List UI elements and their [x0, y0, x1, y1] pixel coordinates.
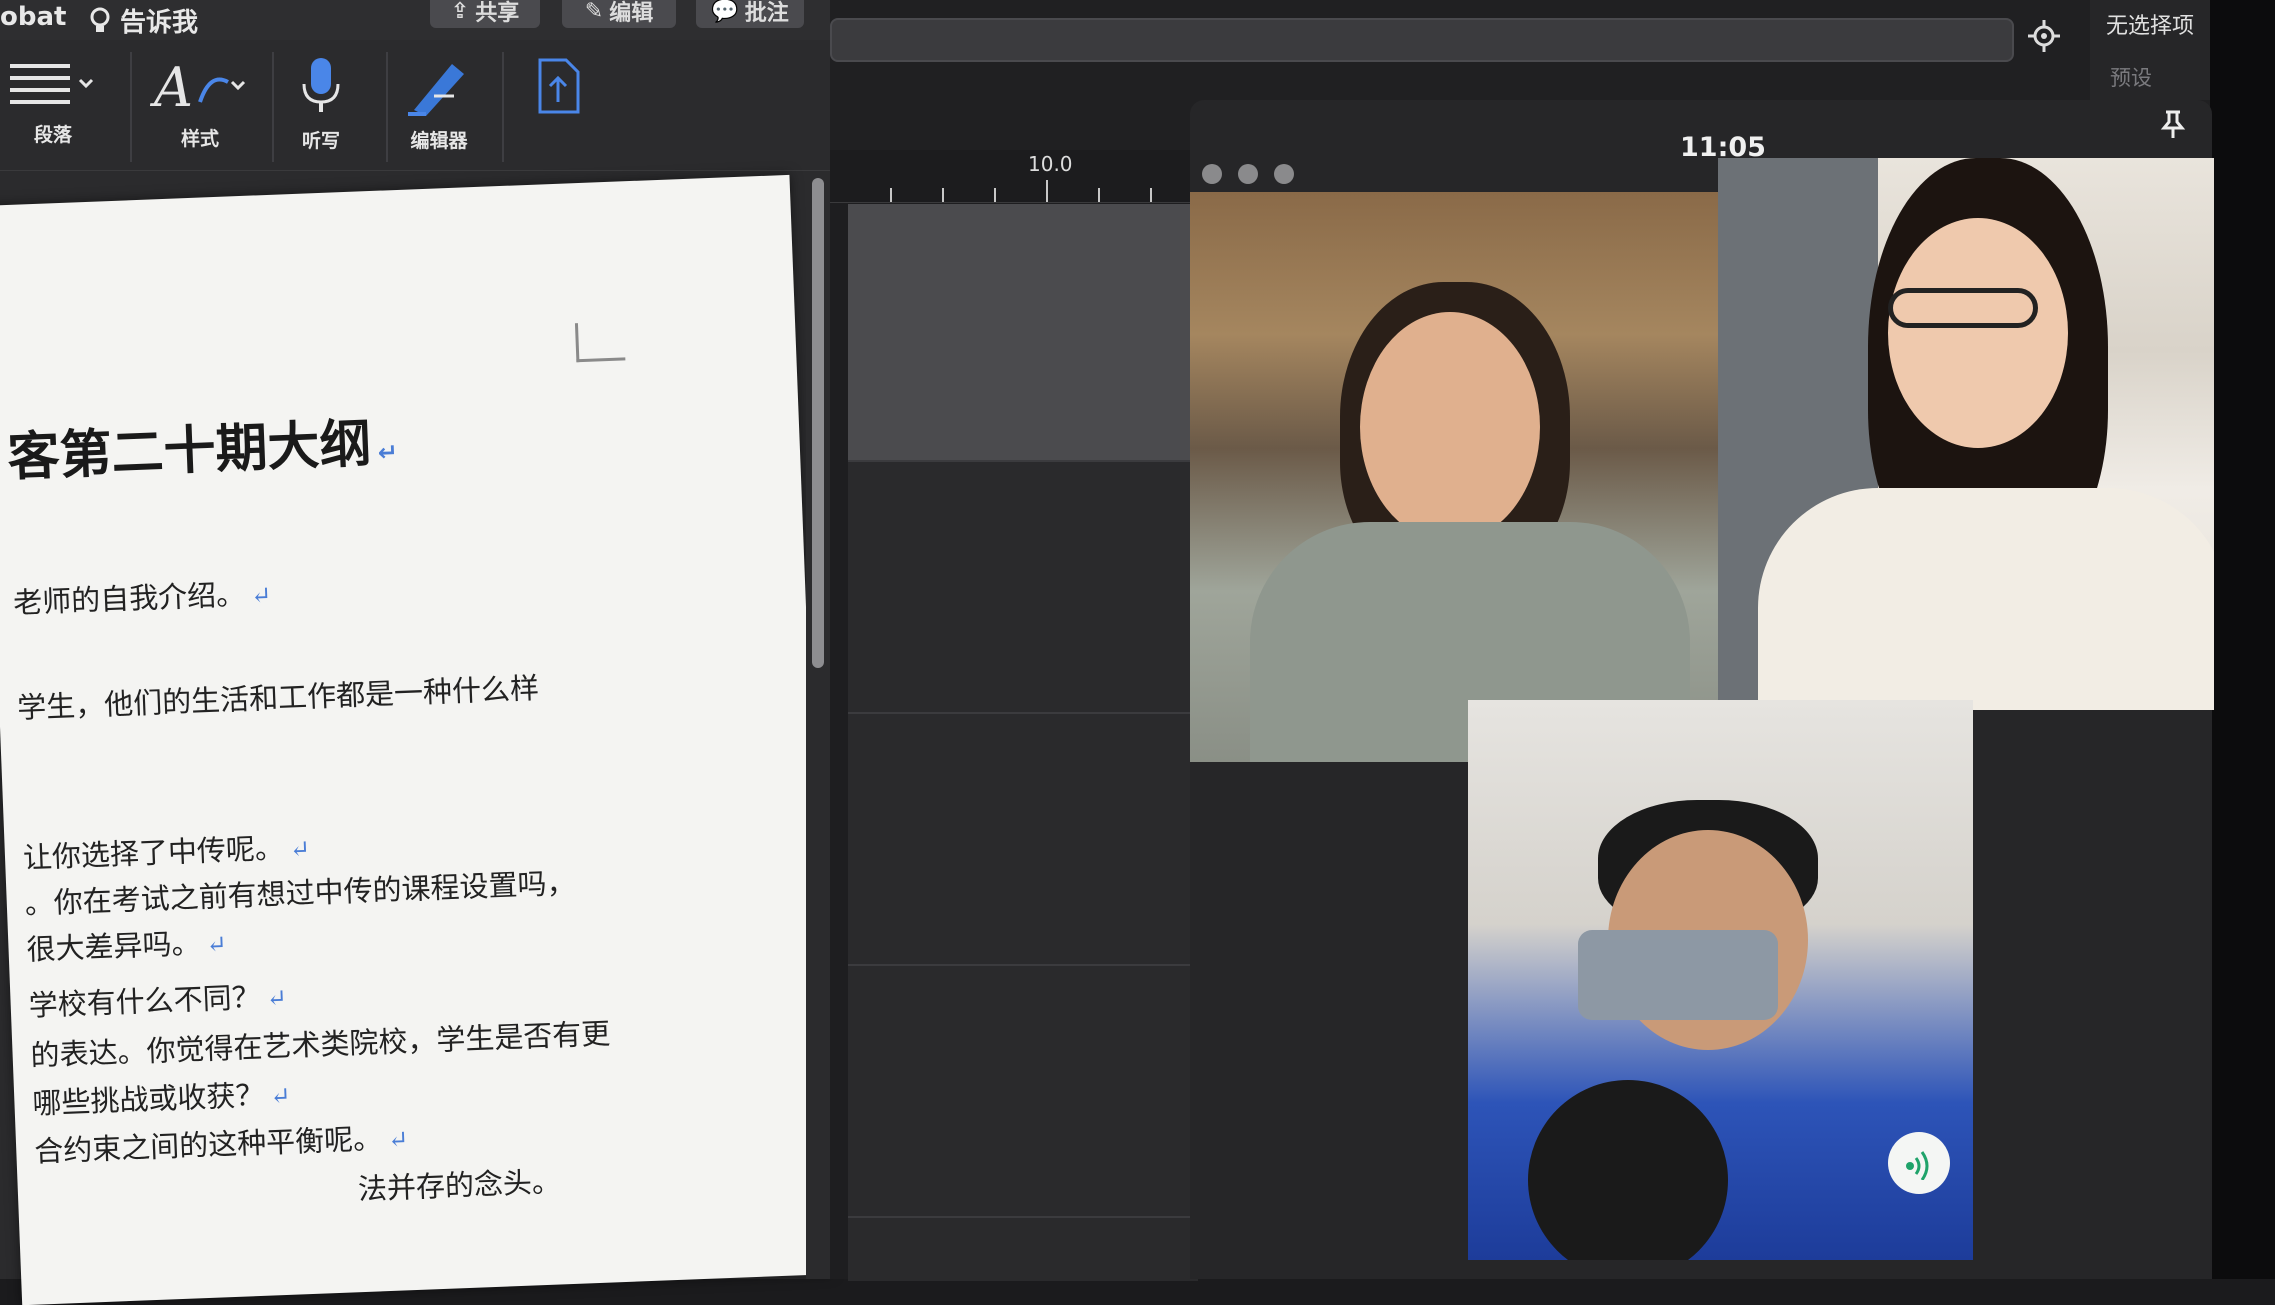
ruler-tick	[890, 188, 892, 202]
glasses	[1888, 288, 2038, 328]
timeline-track[interactable]	[848, 1216, 1198, 1281]
participant-video-2[interactable]	[1718, 158, 2214, 710]
ribbon-divider	[272, 52, 274, 162]
ruler-tick	[1046, 180, 1048, 202]
document-page[interactable]: 客第二十期大纲 ↵ 老师的自我介绍。 ↵ 学生，他们的生活和工作都是一种什么样 让你…	[0, 174, 832, 1305]
microphone-icon	[302, 58, 340, 112]
pencil-icon: ✎	[584, 0, 604, 24]
document-line: 老师的自我介绍。 ↵	[12, 570, 272, 622]
lightbulb-icon	[90, 7, 110, 32]
comment-button[interactable]: 💬 批注	[696, 0, 804, 28]
paragraph-mark: ↵	[377, 438, 399, 467]
ribbon: 段落 A 样式 听写 编辑器	[0, 40, 830, 171]
export-pdf-button[interactable]	[534, 56, 590, 118]
dictate-label: 听写	[301, 130, 340, 152]
paragraph-mark: ↵	[250, 581, 272, 610]
monitor-bezel	[2210, 0, 2275, 1279]
ribbon-divider	[386, 52, 388, 162]
editor-pen-icon	[408, 64, 464, 116]
microphone	[1528, 1080, 1728, 1260]
no-selection-label: 无选择项	[2106, 14, 2195, 39]
minimize-window-button[interactable]	[1238, 164, 1258, 184]
share-icon: ⇪	[450, 0, 470, 24]
line-text: 哪些挑战或收获？	[31, 1077, 265, 1121]
acrobat-menu[interactable]: obat	[0, 2, 66, 32]
phone-in-hand	[1578, 930, 1778, 1020]
speaker-wave-icon	[1906, 1151, 1929, 1180]
ruler-tick	[994, 188, 996, 202]
document-line: 学生，他们的生活和工作都是一种什么样	[16, 665, 540, 727]
line-text: 老师的自我介绍。	[12, 577, 246, 621]
ruler-tick	[1150, 188, 1152, 202]
share-label: 共享	[475, 1, 520, 26]
timeline-track[interactable]	[848, 712, 1198, 964]
line-text: 很大差异吗。	[25, 926, 202, 967]
comment-icon: 💬	[711, 0, 739, 24]
paragraph-align-icon	[10, 64, 94, 104]
participant-face	[1888, 218, 2068, 448]
paragraph-mark: ↵	[289, 834, 311, 864]
line-text: 的表达。你觉得在艺术类院校，学生是否有更	[30, 1016, 611, 1073]
paragraph-label: 段落	[33, 124, 72, 146]
export-document-icon	[538, 58, 580, 114]
page-corner-mark	[574, 321, 626, 363]
timeline-track[interactable]	[848, 964, 1198, 1216]
styles-label: 样式	[180, 128, 219, 150]
tell-me-label: 告诉我	[120, 8, 199, 38]
tell-me[interactable]: 告诉我	[88, 2, 198, 39]
editor-button[interactable]: 编辑器	[404, 56, 474, 153]
document-line: 学校有什么不同？ ↵	[28, 973, 288, 1025]
paragraph-group[interactable]: 段落	[8, 56, 98, 147]
share-button[interactable]: ⇪ 共享	[430, 0, 540, 28]
line-text: 。你在考试之前有想过中传的课程设置吗，	[24, 865, 577, 921]
pin-icon[interactable]	[2160, 110, 2186, 140]
document-line: 让你选择了中传呢。 ↵	[22, 824, 311, 877]
comment-label: 批注	[744, 1, 789, 26]
participant-video-1[interactable]	[1190, 192, 1720, 762]
participant-face	[1360, 312, 1540, 542]
edit-label: 编辑	[609, 1, 654, 26]
ribbon-divider	[502, 52, 504, 162]
paragraph-mark: ↵	[269, 1081, 292, 1111]
ruler-tick	[942, 188, 944, 202]
timeline-ruler[interactable]	[830, 150, 1200, 203]
paragraph-mark: ↵	[266, 983, 288, 1013]
document-title-text: 客第二十期大纲	[6, 414, 373, 489]
svg-text:A: A	[150, 56, 193, 116]
timeline-track[interactable]	[848, 460, 1198, 712]
line-text: 让你选择了中传呢。	[22, 830, 285, 875]
timeline-clip[interactable]	[848, 204, 1198, 460]
line-text: 法并存的念头。	[357, 1164, 562, 1207]
word-title-bar: obat 告诉我 ⇪ 共享 ✎ 编辑 💬 批注	[0, 0, 830, 40]
line-text: 学校有什么不同？	[28, 979, 262, 1023]
target-icon[interactable]	[2026, 18, 2062, 54]
styles-icon: A	[150, 56, 246, 116]
editor-slider[interactable]	[830, 18, 2014, 62]
close-window-button[interactable]	[1202, 164, 1222, 184]
word-window: obat 告诉我 ⇪ 共享 ✎ 编辑 💬 批注 段落 A 样式 听写 编辑器 客…	[0, 0, 832, 1305]
line-text: 学生，他们的生活和工作都是一种什么样	[16, 670, 540, 725]
preset-label[interactable]: 预设	[2110, 62, 2152, 92]
paragraph-mark: ↵	[387, 1125, 409, 1155]
ruler-tick	[1098, 188, 1100, 202]
dictate-button[interactable]: 听写	[296, 56, 346, 153]
document-line: 哪些挑战或收获？ ↵	[32, 1071, 292, 1123]
document-line: 合约束之间的这种平衡呢。 ↵	[33, 1114, 409, 1170]
paragraph-mark: ↵	[206, 930, 228, 959]
speaker-icon[interactable]	[1888, 1132, 1950, 1194]
participant-sweater	[1758, 488, 2214, 710]
document-title: 客第二十期大纲 ↵	[6, 400, 399, 490]
document-scroll-thumb[interactable]	[812, 178, 824, 668]
line-text: 合约束之间的这种平衡呢。	[33, 1121, 383, 1169]
edit-button[interactable]: ✎ 编辑	[562, 0, 676, 28]
ruler-label: 10.0	[1028, 152, 1073, 176]
zoom-window-button[interactable]	[1274, 164, 1294, 184]
editor-label: 编辑器	[410, 130, 468, 152]
styles-group[interactable]: A 样式	[150, 56, 250, 151]
ribbon-divider	[130, 52, 132, 162]
document-line: 法并存的念头。	[357, 1158, 561, 1208]
document-line: 很大差异吗。 ↵	[26, 919, 228, 969]
